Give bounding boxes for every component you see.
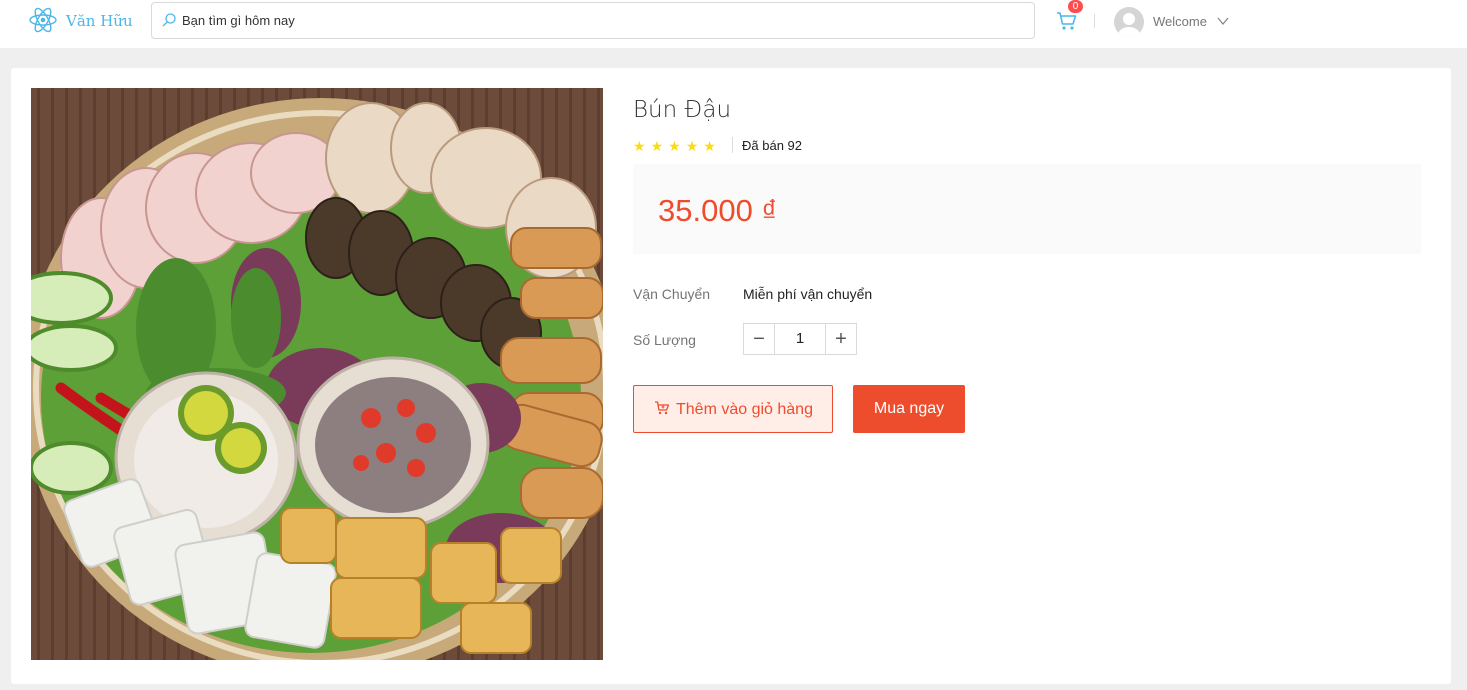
header-divider [1094,14,1095,28]
search-input[interactable]: Bạn tìm gì hôm nay [151,2,1035,39]
product-price: 35.000 ₫ [658,193,778,228]
product-title: Bún Đậu [633,97,732,123]
add-to-cart-button[interactable]: Thêm vào giỏ hàng [633,385,833,433]
search-placeholder: Bạn tìm gì hôm nay [182,13,295,28]
search-icon [162,13,176,27]
price-box: 35.000 ₫ [633,164,1421,254]
star-icon: ★ [633,138,646,154]
quantity-label: Số Lượng [633,332,696,348]
quantity-increment-button[interactable]: + [825,323,857,355]
star-icon: ★ [685,138,699,154]
brand-name[interactable]: Văn Hữu [66,12,133,30]
star-icon: ★ [668,138,681,154]
star-icon: ★ [703,138,716,154]
rating-stars: ★ ★ ★ ★ ★ [633,138,721,154]
top-header: Văn Hữu Bạn tìm gì hôm nay 0 Welcome [0,0,1467,48]
sold-count: Đã bán 92 [742,138,802,153]
star-icon: ★ [650,138,664,154]
shipping-label: Vận Chuyển [633,286,711,302]
cart-add-icon [655,401,670,415]
avatar-icon[interactable] [1114,7,1144,37]
buy-now-button[interactable]: Mua ngay [853,385,965,433]
product-card: Bún Đậu ★ ★ ★ ★ ★ Đã bán 92 35.000 ₫ Vận Chu… [11,68,1451,684]
product-image [31,88,603,660]
quantity-input[interactable]: 1 [775,323,825,355]
shipping-value: Miễn phí vận chuyển [743,286,873,302]
quantity-decrement-button[interactable]: − [743,323,775,355]
cart-count-badge: 0 [1068,0,1083,13]
react-logo-icon[interactable] [27,4,59,36]
rating-divider [732,137,733,153]
welcome-menu[interactable]: Welcome [1153,14,1207,29]
chevron-down-icon[interactable] [1216,14,1230,28]
add-to-cart-label: Thêm vào giỏ hàng [676,401,813,418]
